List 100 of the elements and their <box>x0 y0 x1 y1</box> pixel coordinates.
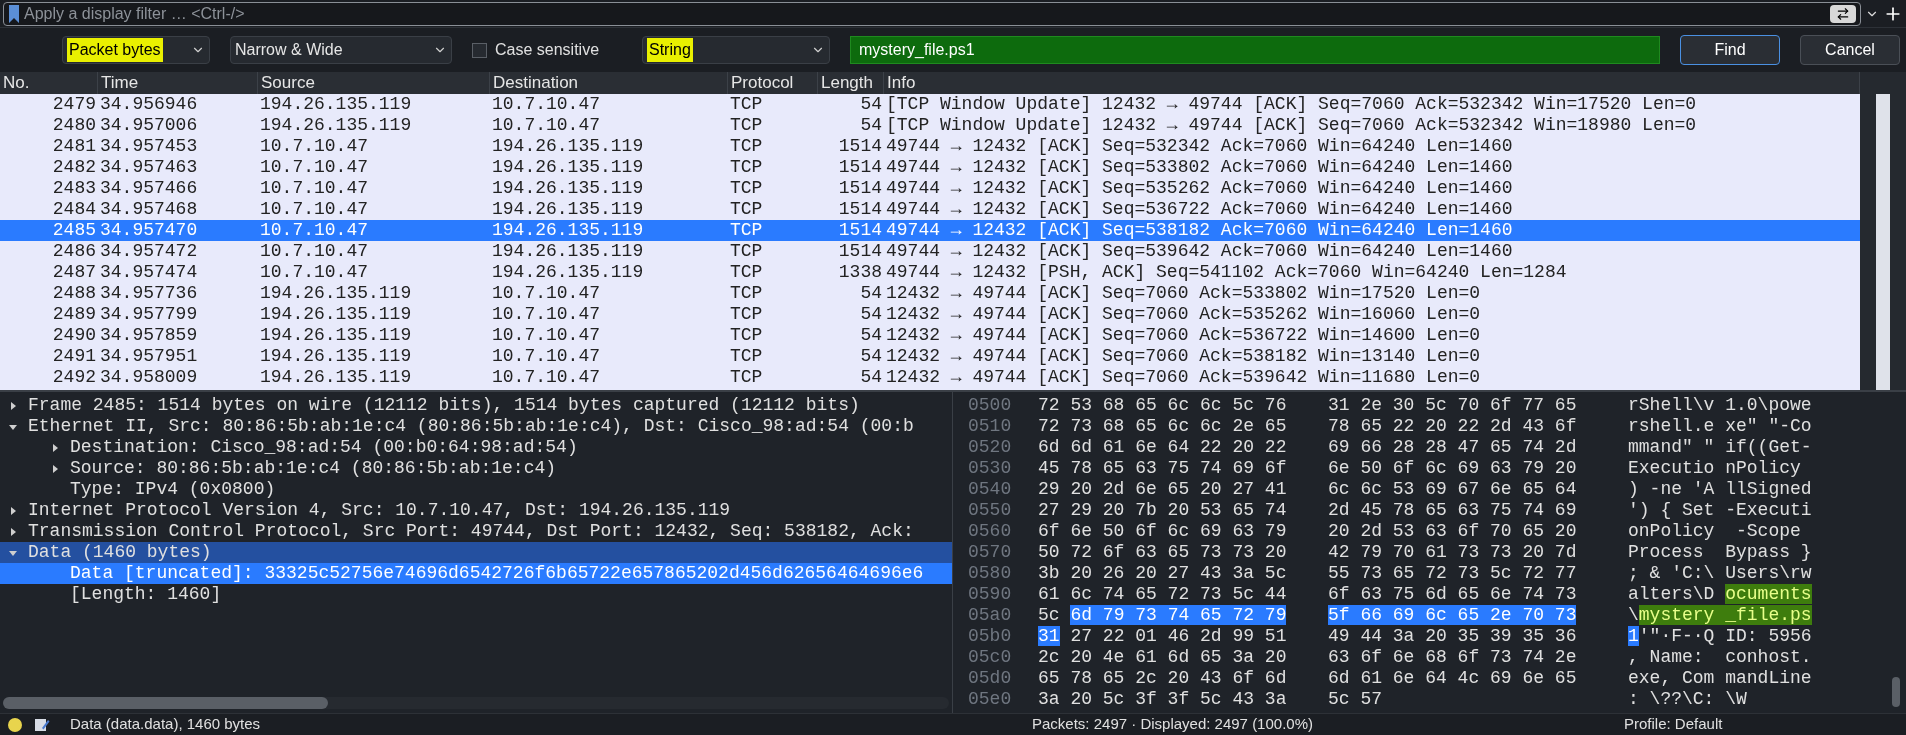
ascii-text[interactable]: Process Bypass } <box>1628 542 1812 563</box>
packet-row[interactable]: 2480 34.957006 194.26.135.119 10.7.10.47 TCP 54 [TCP Window Update] 12432 → 49744 [ACK] Seq=7060 Ack=532342 Win=18980 Len=0 <box>0 115 1860 136</box>
tree-item[interactable]: Source: 80:86:5b:ab:1e:c4 (80:86:5b:ab:1e:c4) <box>0 458 952 479</box>
edit-comment-icon[interactable] <box>34 716 50 733</box>
packet-row[interactable]: 2487 34.957474 10.7.10.47 194.26.135.119 TCP 1338 49744 → 12432 [PSH, ACK] Seq=541102 Ack=7060 Win=64240 Len=1284 <box>0 262 1860 283</box>
byte-offset: 0530 <box>968 458 1013 479</box>
hex-bytes[interactable]: 20 2d 53 63 6f 70 65 20 <box>1328 521 1628 542</box>
hex-bytes[interactable]: 29 20 2d 6e 65 20 27 41 <box>1038 479 1328 500</box>
hex-bytes[interactable]: 72 73 68 65 6c 6c 2e 65 <box>1038 416 1328 437</box>
byte-offset: 0580 <box>968 563 1013 584</box>
packet-row[interactable]: 2485 34.957470 10.7.10.47 194.26.135.119 TCP 1514 49744 → 12432 [ACK] Seq=538182 Ack=7060 Win=64240 Len=1460 <box>0 220 1860 241</box>
hex-bytes[interactable]: 55 73 65 72 73 5c 72 77 <box>1328 563 1628 584</box>
packet-row[interactable]: 2483 34.957466 10.7.10.47 194.26.135.119 TCP 1514 49744 → 12432 [ACK] Seq=535262 Ack=7060 Win=64240 Len=1460 <box>0 178 1860 199</box>
hex-bytes[interactable]: 6d 61 6e 64 4c 69 6e 65 <box>1328 668 1628 689</box>
packet-row[interactable]: 2488 34.957736 194.26.135.119 10.7.10.47 TCP 54 12432 → 49744 [ACK] Seq=7060 Ack=533802 Win=17520 Len=0 <box>0 283 1860 304</box>
status-packets: Packets: 2497 · Displayed: 2497 (100.0%) <box>1032 714 1314 735</box>
case-sensitive-checkbox[interactable]: Case sensitive <box>472 38 622 62</box>
collapsed-arrow-icon[interactable] <box>8 526 18 537</box>
hex-bytes[interactable]: 65 78 65 2c 20 43 6f 6d <box>1038 668 1328 689</box>
ascii-text[interactable]: 1'"·F-·Q ID: 5956 <box>1628 626 1812 647</box>
packet-row[interactable]: 2492 34.958009 194.26.135.119 10.7.10.47 TCP 54 12432 → 49744 [ACK] Seq=7060 Ack=539642 Win=11680 Len=0 <box>0 367 1860 388</box>
ascii-text[interactable]: rshell.e xe" "-Co <box>1628 416 1812 437</box>
packet-row[interactable]: 2491 34.957951 194.26.135.119 10.7.10.47 TCP 54 12432 → 49744 [ACK] Seq=7060 Ack=538182 Win=13140 Len=0 <box>0 346 1860 367</box>
byte-offset: 0550 <box>968 500 1013 521</box>
column-header[interactable]: Time <box>98 72 258 94</box>
tree-item[interactable]: Ethernet II, Src: 80:86:5b:ab:1e:c4 (80:86:5b:ab:1e:c4), Dst: Cisco_98:ad:54 (00:b <box>0 416 952 437</box>
hex-bytes[interactable]: 61 6c 74 65 72 73 5c 44 <box>1038 584 1328 605</box>
search-in-dropdown[interactable]: Packet bytes <box>62 36 210 64</box>
hex-bytes[interactable]: 6f 6e 50 6f 6c 69 63 79 <box>1038 521 1328 542</box>
hex-bytes[interactable]: 3b 20 26 20 27 43 3a 5c <box>1038 563 1328 584</box>
expert-info-icon[interactable] <box>8 717 22 732</box>
tree-item[interactable]: Internet Protocol Version 4, Src: 10.7.10.47, Dst: 194.26.135.119 <box>0 500 952 521</box>
apply-filter-button[interactable] <box>1830 4 1856 23</box>
hex-bytes[interactable]: 72 53 68 65 6c 6c 5c 76 <box>1038 395 1328 416</box>
cancel-button[interactable]: Cancel <box>1800 35 1900 65</box>
combo-value: Narrow & Wide <box>235 40 343 60</box>
hex-bytes[interactable]: 2d 45 78 65 63 75 74 69 <box>1328 500 1628 521</box>
hex-bytes[interactable]: 3a 20 5c 3f 3f 5c 43 3a <box>1038 689 1328 710</box>
hex-bytes[interactable]: 31 2e 30 5c 70 6f 77 65 <box>1328 395 1628 416</box>
character-width-dropdown[interactable]: Narrow & Wide <box>230 36 452 64</box>
tree-item[interactable]: Data [truncated]: 33325c52756e74696d6542726f6b65722e657865202d456d62656464696e6 <box>0 563 952 584</box>
hex-bytes[interactable]: 69 66 28 28 47 65 74 2d <box>1328 437 1628 458</box>
column-header[interactable]: Source <box>258 72 490 94</box>
search-field[interactable]: mystery_file.ps1 <box>850 36 1660 64</box>
collapsed-arrow-icon[interactable] <box>8 505 18 516</box>
collapsed-arrow-icon[interactable] <box>50 442 60 453</box>
tree-item[interactable]: Type: IPv4 (0x0800) <box>0 479 952 500</box>
hex-bytes[interactable]: 78 65 22 20 22 2d 43 6f <box>1328 416 1628 437</box>
packet-row[interactable]: 2482 34.957463 10.7.10.47 194.26.135.119 TCP 1514 49744 → 12432 [ACK] Seq=533802 Ack=7060 Win=64240 Len=1460 <box>0 157 1860 178</box>
tree-item[interactable]: [Length: 1460] <box>0 584 952 605</box>
hex-bytes[interactable]: 6f 63 75 6d 65 6e 74 73 <box>1328 584 1628 605</box>
collapsed-arrow-icon[interactable] <box>8 400 18 411</box>
hex-bytes[interactable]: 49 44 3a 20 35 39 35 36 <box>1328 626 1628 647</box>
ascii-text[interactable]: mmand" " if((Get- <box>1628 437 1812 458</box>
packet-row[interactable]: 2486 34.957472 10.7.10.47 194.26.135.119 TCP 1514 49744 → 12432 [ACK] Seq=539642 Ack=7060 Win=64240 Len=1460 <box>0 241 1860 262</box>
hex-bytes[interactable]: 50 72 6f 63 65 73 73 20 <box>1038 542 1328 563</box>
ascii-text[interactable]: ; & 'C:\ Users\rw <box>1628 563 1812 584</box>
search-type-dropdown[interactable]: String <box>642 36 830 64</box>
ascii-text[interactable]: onPolicy -Scope <box>1628 521 1801 542</box>
hex-bytes[interactable]: 27 29 20 7b 20 53 65 74 <box>1038 500 1328 521</box>
packet-row[interactable]: 2490 34.957859 194.26.135.119 10.7.10.47 TCP 54 12432 → 49744 [ACK] Seq=7060 Ack=536722 Win=14600 Len=0 <box>0 325 1860 346</box>
tree-item[interactable]: Data (1460 bytes) <box>0 542 952 563</box>
hex-bytes[interactable]: 63 6f 6e 68 6f 73 74 2e <box>1328 647 1628 668</box>
byte-offset: 05b0 <box>968 626 1013 647</box>
combo-value: Packet bytes <box>67 38 163 62</box>
ascii-text[interactable]: : \??\C: \W <box>1628 689 1747 710</box>
ascii-text[interactable]: alters\D ocuments <box>1628 584 1812 605</box>
tree-item[interactable]: Frame 2485: 1514 bytes on wire (12112 bits), 1514 bytes captured (12112 bits) <box>0 395 952 416</box>
packet-row[interactable]: 2489 34.957799 194.26.135.119 10.7.10.47 TCP 54 12432 → 49744 [ACK] Seq=7060 Ack=535262 Win=16060 Len=0 <box>0 304 1860 325</box>
ascii-text[interactable]: ) -ne 'A llSigned <box>1628 479 1812 500</box>
hex-bytes[interactable]: 45 78 65 63 75 74 69 6f <box>1038 458 1328 479</box>
ascii-text[interactable]: ') { Set -Executi <box>1628 500 1812 521</box>
hex-bytes[interactable]: 31 27 22 01 46 2d 99 51 <box>1038 626 1328 647</box>
byte-offset: 05e0 <box>968 689 1013 710</box>
hex-bytes[interactable]: 5c 57 <box>1328 689 1628 710</box>
tree-item[interactable]: Transmission Control Protocol, Src Port: 49744, Dst Port: 12432, Seq: 538182, Ack: <box>0 521 952 542</box>
ascii-text[interactable]: , Name: conhost. <box>1628 647 1812 668</box>
find-button[interactable]: Find <box>1680 35 1780 65</box>
collapsed-arrow-icon[interactable] <box>50 463 60 474</box>
vertical-scrollbar[interactable] <box>1860 72 1906 390</box>
packet-row[interactable]: 2479 34.956946 194.26.135.119 10.7.10.47 TCP 54 [TCP Window Update] 12432 → 49744 [ACK] Seq=7060 Ack=532342 Win=17520 Len=0 <box>0 94 1860 115</box>
column-header[interactable]: No. <box>0 72 98 94</box>
hex-bytes[interactable]: 6c 6c 53 69 67 6e 65 64 <box>1328 479 1628 500</box>
ascii-text[interactable]: rShell\v 1.0\powe <box>1628 395 1812 416</box>
column-header[interactable]: Destination <box>490 72 728 94</box>
packet-row[interactable]: 2481 34.957453 10.7.10.47 194.26.135.119 TCP 1514 49744 → 12432 [ACK] Seq=532342 Ack=7060 Win=64240 Len=1460 <box>0 136 1860 157</box>
hex-bytes[interactable]: 6e 50 6f 6c 69 63 79 20 <box>1328 458 1628 479</box>
tree-item[interactable]: Destination: Cisco_98:ad:54 (00:b0:64:98:ad:54) <box>0 437 952 458</box>
hex-bytes[interactable]: 42 79 70 61 73 73 20 7d <box>1328 542 1628 563</box>
column-header[interactable]: Protocol <box>728 72 818 94</box>
packet-row[interactable]: 2484 34.957468 10.7.10.47 194.26.135.119 TCP 1514 49744 → 12432 [ACK] Seq=536722 Ack=7060 Win=64240 Len=1460 <box>0 199 1860 220</box>
bookmark-icon[interactable] <box>8 3 20 24</box>
byte-offset: 0540 <box>968 479 1013 500</box>
ascii-text[interactable]: exe, Com mandLine <box>1628 668 1812 689</box>
hex-bytes[interactable]: 2c 20 4e 61 6d 65 3a 20 <box>1038 647 1328 668</box>
horizontal-scrollbar[interactable] <box>3 697 949 709</box>
column-header[interactable]: Length <box>818 72 884 94</box>
ascii-text[interactable]: Executio nPolicy <box>1628 458 1801 479</box>
status-profile[interactable]: Profile: Default <box>1624 713 1723 735</box>
hex-bytes[interactable]: 6d 6d 61 6e 64 22 20 22 <box>1038 437 1328 458</box>
